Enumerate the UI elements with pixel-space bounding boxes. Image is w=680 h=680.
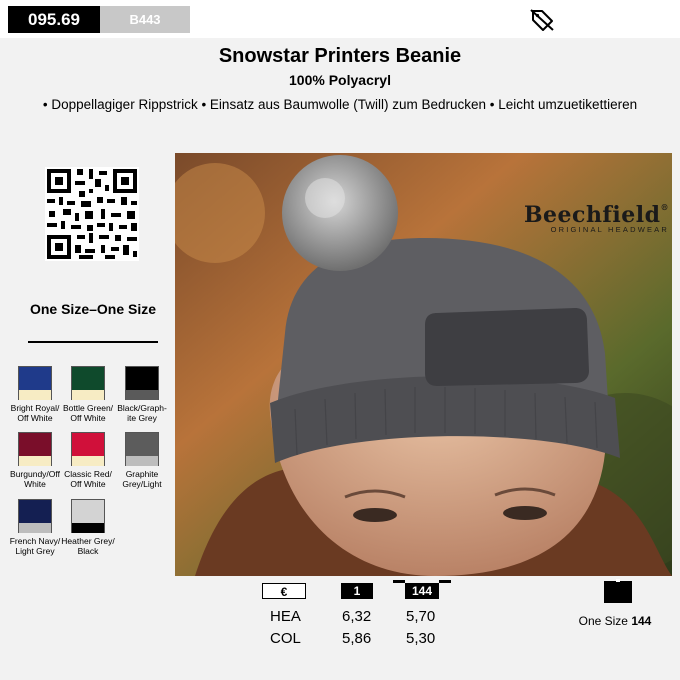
top-bar: 095.69 B443 <box>0 0 680 38</box>
model-code: B443 <box>100 6 190 33</box>
swatch-main-color <box>72 500 104 523</box>
swatch-main-color <box>19 500 51 523</box>
swatch-accent-color <box>72 390 104 400</box>
swatch-accent-color <box>126 390 158 400</box>
color-swatch <box>125 366 159 400</box>
color-swatch-label: Heather Grey/ Black <box>61 536 115 556</box>
color-swatch <box>71 366 105 400</box>
swatch-main-color <box>19 367 51 390</box>
product-title: Snowstar Printers Beanie <box>218 45 462 67</box>
color-swatch <box>18 432 52 466</box>
price-row-label: HEA <box>270 608 301 625</box>
swatch-main-color <box>126 433 158 456</box>
color-swatch <box>125 432 159 466</box>
currency-header: € <box>262 583 306 599</box>
color-swatch-label: Black/Graph- ite Grey <box>117 403 167 423</box>
color-swatch-label: Bright Royal/ Off White <box>10 403 60 423</box>
box-icon-notch <box>616 579 620 582</box>
qty-header-tick-right <box>439 580 451 583</box>
box-icon <box>604 581 632 603</box>
qty-header-tick-left <box>393 580 405 583</box>
color-swatch-label: Burgundy/Off White <box>10 469 60 489</box>
swatch-accent-color <box>126 456 158 466</box>
swatch-accent-color <box>72 523 104 533</box>
product-features: • Doppellagiger Rippstrick • Einsatz aus… <box>42 97 638 112</box>
qr-code-icon <box>45 167 139 261</box>
packaging-label: One Size <box>578 614 628 628</box>
qty-144-header: 144 <box>405 583 439 599</box>
swatch-main-color <box>72 367 104 390</box>
color-swatch-label: Classic Red/ Off White <box>64 469 112 489</box>
price-row-value-144: 5,30 <box>406 630 436 647</box>
swatch-accent-color <box>19 523 51 533</box>
color-swatch <box>18 366 52 400</box>
swatch-accent-color <box>72 456 104 466</box>
packaging-info: One Size 144 <box>560 614 670 628</box>
brand-logo: Beechfield® ORIGINAL HEADWEAR <box>515 202 669 234</box>
swatch-main-color <box>126 367 158 390</box>
color-swatch-label: Bottle Green/ Off White <box>62 403 114 423</box>
product-material: 100% Polyacryl <box>289 72 391 88</box>
price-row-value-1: 6,32 <box>342 608 372 625</box>
color-swatch <box>71 432 105 466</box>
packaging-value: 144 <box>631 614 652 628</box>
size-label: One Size–One Size <box>29 301 157 317</box>
article-number: 095.69 <box>8 6 100 33</box>
swatch-main-color <box>72 433 104 456</box>
brand-registered-mark: ® <box>660 202 669 212</box>
size-divider <box>28 341 158 343</box>
swatch-accent-color <box>19 456 51 466</box>
color-swatch-label: Graphite Grey/Light <box>122 469 162 489</box>
swatch-main-color <box>19 433 51 456</box>
tag-off-icon <box>530 9 554 31</box>
color-swatch-label: French Navy/ Light Grey <box>9 536 61 556</box>
color-swatch <box>18 499 52 533</box>
price-row-label: COL <box>270 630 301 647</box>
price-row-value-1: 5,86 <box>342 630 372 647</box>
product-photo: Beechfield® ORIGINAL HEADWEAR <box>175 153 672 576</box>
swatch-accent-color <box>19 390 51 400</box>
qty-1-header: 1 <box>341 583 373 599</box>
price-row-value-144: 5,70 <box>406 608 436 625</box>
color-swatch <box>71 499 105 533</box>
